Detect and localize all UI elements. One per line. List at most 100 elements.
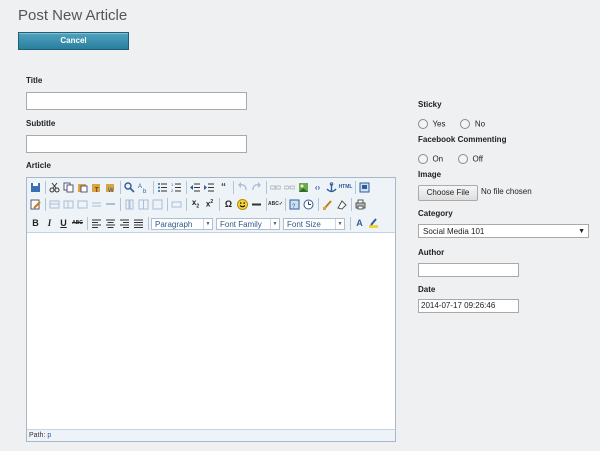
link-icon[interactable] — [269, 181, 282, 194]
date-label: Date — [418, 285, 436, 294]
file-status-text: No file chosen — [481, 187, 532, 196]
image-icon[interactable] — [297, 181, 310, 194]
highlight-icon[interactable] — [367, 217, 380, 230]
author-label: Author — [418, 248, 445, 257]
time-icon[interactable] — [302, 198, 315, 211]
svg-text:b: b — [143, 189, 147, 193]
find-icon[interactable] — [123, 181, 136, 194]
cell-props-icon[interactable] — [76, 198, 89, 211]
redo-icon[interactable] — [250, 181, 263, 194]
category-label: Category — [418, 209, 453, 218]
indent-icon[interactable] — [203, 181, 216, 194]
author-input[interactable] — [418, 263, 519, 277]
sticky-options: Yes No — [418, 115, 485, 133]
merge-icon[interactable] — [151, 198, 164, 211]
subtitle-input[interactable] — [26, 135, 247, 153]
align-right-icon[interactable] — [118, 217, 131, 230]
facebook-off-label: Off — [472, 154, 484, 164]
chevron-down-icon: ▼ — [335, 218, 344, 229]
sticky-yes-label: Yes — [432, 119, 446, 129]
chevron-down-icon: ▼ — [578, 228, 585, 235]
superscript-icon[interactable]: x2 — [203, 198, 216, 211]
svg-text:W: W — [108, 188, 114, 193]
svg-text:T: T — [95, 188, 99, 193]
undo-icon[interactable] — [236, 181, 249, 194]
omega-icon[interactable]: Ω — [222, 198, 235, 211]
justify-icon[interactable] — [132, 217, 145, 230]
facebook-commenting-label: Facebook Commenting — [418, 135, 507, 144]
editor-toolbar: T W Ab 12 “ ‹› HTML x2 x2 Ω ABC✓ ? B I U… — [27, 178, 395, 233]
preview-icon[interactable] — [358, 181, 371, 194]
bold-icon[interactable]: B — [29, 217, 42, 230]
remove-format-icon[interactable] — [335, 198, 348, 211]
facebook-on-label: On — [432, 154, 444, 164]
paste-text-icon[interactable]: T — [90, 181, 103, 194]
outdent-icon[interactable] — [189, 181, 202, 194]
subscript-icon[interactable]: x2 — [189, 198, 202, 211]
blockquote-icon[interactable]: “ — [217, 181, 230, 194]
category-value: Social Media 101 — [423, 227, 485, 236]
font-family-select[interactable]: Font Family ▼ — [216, 217, 280, 230]
copy-icon[interactable] — [62, 181, 75, 194]
toolbar-row-3: B I U ABC Paragraph ▼ Font Family ▼ Font S… — [29, 216, 381, 231]
path-element-link[interactable]: p — [47, 432, 51, 439]
category-select[interactable]: Social Media 101 ▼ — [418, 224, 589, 238]
text-color-icon[interactable]: A — [353, 217, 366, 230]
choose-file-button[interactable]: Choose File — [418, 185, 478, 201]
svg-text:A: A — [138, 184, 142, 190]
html-icon[interactable]: HTML — [339, 181, 353, 194]
cancel-button[interactable]: Cancel — [18, 32, 129, 50]
cut-icon[interactable] — [48, 181, 61, 194]
sticky-label: Sticky — [418, 100, 442, 109]
svg-text:2: 2 — [171, 188, 174, 193]
facebook-on-radio[interactable] — [418, 153, 428, 164]
bullet-list-icon[interactable] — [156, 181, 169, 194]
svg-text:1: 1 — [171, 182, 174, 187]
spellcheck-icon[interactable]: ABC✓ — [268, 198, 283, 211]
row-props-icon[interactable] — [62, 198, 75, 211]
table-icon[interactable] — [48, 198, 61, 211]
path-label: Path: — [29, 432, 46, 439]
date-input[interactable]: 2014-07-17 09:26:46 — [418, 299, 519, 313]
article-label: Article — [26, 161, 51, 170]
hr-line-icon[interactable] — [250, 198, 263, 211]
col-icon[interactable] — [123, 198, 136, 211]
strikethrough-icon[interactable]: ABC — [71, 217, 84, 230]
font-size-select[interactable]: Font Size ▼ — [283, 217, 345, 230]
chevron-down-icon: ▼ — [270, 218, 279, 229]
delete-row-icon[interactable] — [104, 198, 117, 211]
editor-status-bar: Path: p — [27, 429, 395, 441]
insert-row-icon[interactable] — [90, 198, 103, 211]
paste-word-icon[interactable]: W — [104, 181, 117, 194]
split-icon[interactable] — [137, 198, 150, 211]
title-label: Title — [26, 76, 43, 85]
sticky-no-radio[interactable] — [460, 118, 471, 129]
emoticon-icon[interactable] — [236, 198, 249, 211]
underline-icon[interactable]: U — [57, 217, 70, 230]
image-label: Image — [418, 170, 442, 179]
code-icon[interactable]: ‹› — [311, 181, 324, 194]
toolbar-row-2: x2 x2 Ω ABC✓ ? — [29, 197, 368, 212]
hr-icon[interactable] — [170, 198, 183, 211]
cleanup-icon[interactable] — [321, 198, 334, 211]
sticky-yes-radio[interactable] — [418, 118, 428, 129]
align-center-icon[interactable] — [104, 217, 117, 230]
save-icon[interactable] — [29, 181, 42, 194]
subtitle-label: Subtitle — [26, 119, 56, 128]
replace-icon[interactable]: Ab — [137, 181, 150, 194]
media-icon[interactable]: ? — [288, 198, 301, 211]
align-left-icon[interactable] — [90, 217, 103, 230]
paragraph-select[interactable]: Paragraph ▼ — [151, 217, 213, 230]
print-icon[interactable] — [354, 198, 367, 211]
italic-icon[interactable]: I — [43, 217, 56, 230]
numbered-list-icon[interactable]: 12 — [170, 181, 183, 194]
chevron-down-icon: ▼ — [203, 218, 212, 229]
title-input[interactable] — [26, 92, 247, 110]
paste-icon[interactable] — [76, 181, 89, 194]
unlink-icon[interactable] — [283, 181, 296, 194]
rich-text-editor: T W Ab 12 “ ‹› HTML x2 x2 Ω ABC✓ ? B I U… — [26, 177, 396, 442]
facebook-off-radio[interactable] — [458, 153, 469, 164]
anchor-icon[interactable] — [325, 181, 338, 194]
edit-css-icon[interactable] — [29, 198, 42, 211]
toolbar-row-1: T W Ab 12 “ ‹› HTML — [29, 180, 372, 195]
